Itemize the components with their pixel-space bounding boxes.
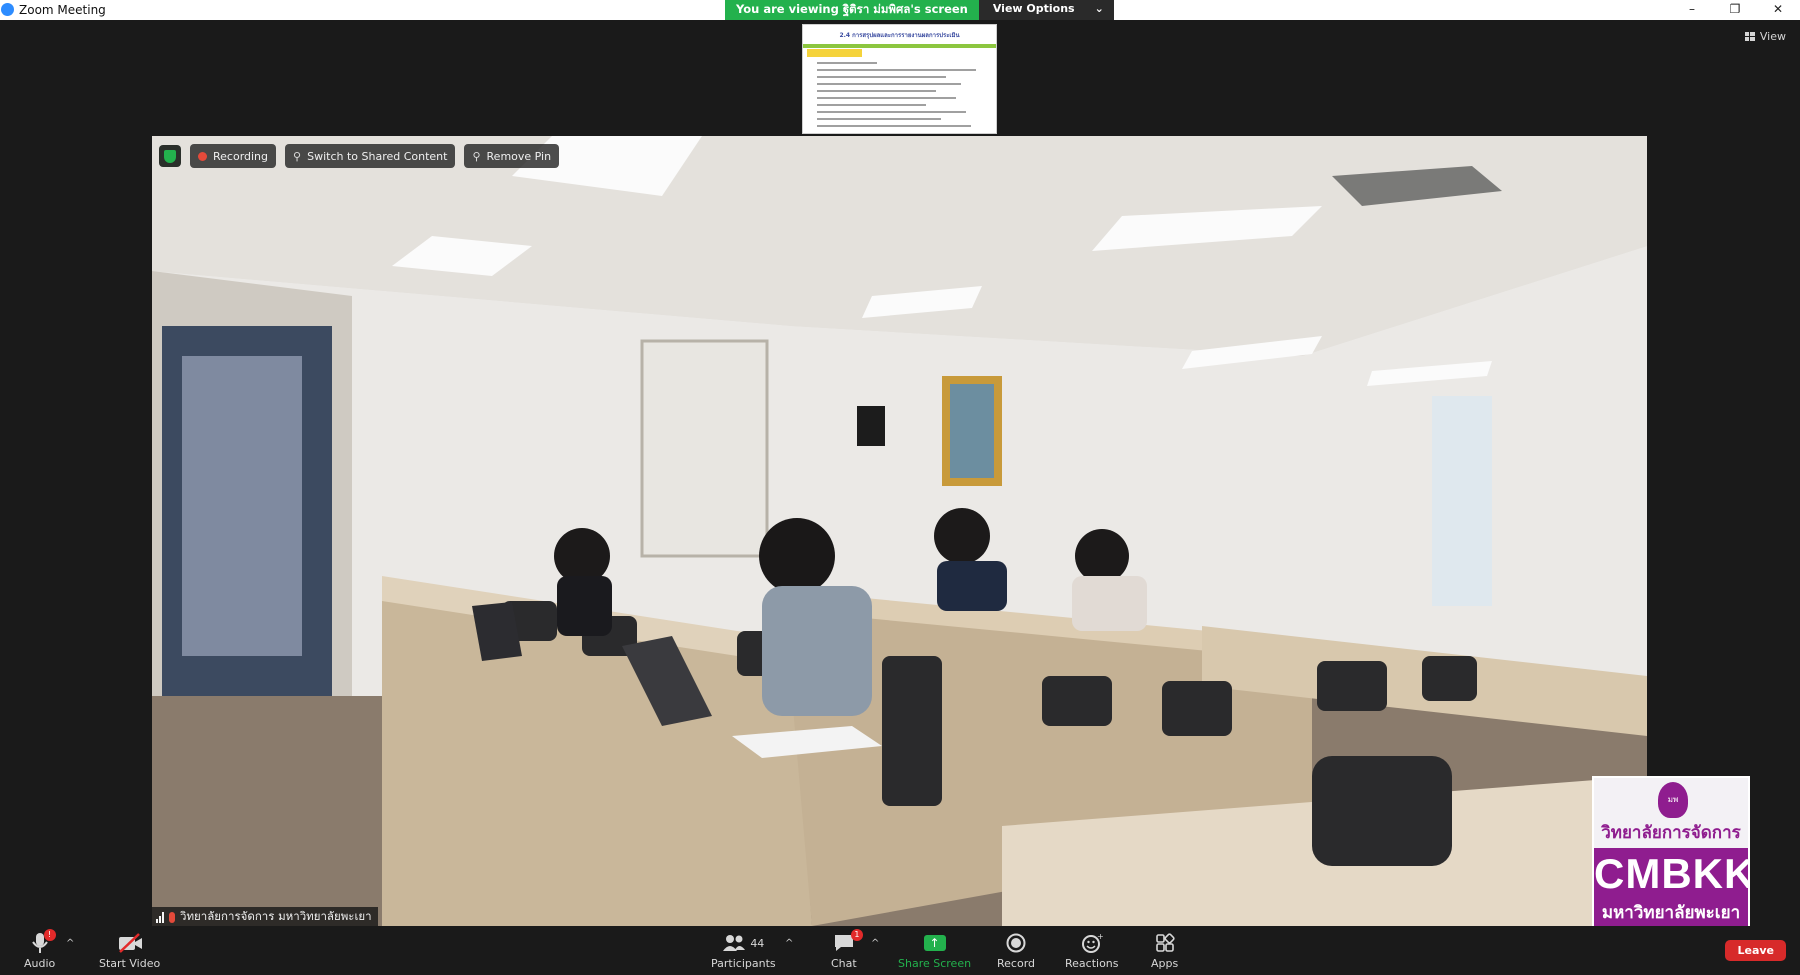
audio-options-caret[interactable]: ^: [66, 938, 74, 949]
audio-alert-badge: !: [43, 929, 56, 941]
signal-strength-icon: [156, 911, 164, 923]
apps-label: Apps: [1151, 957, 1179, 970]
participants-icon: [723, 935, 746, 951]
shield-icon[interactable]: [159, 145, 181, 167]
participants-button[interactable]: 44 Participants: [711, 930, 776, 970]
reactions-label: Reactions: [1065, 957, 1119, 970]
view-options-button[interactable]: View Options ⌄: [978, 0, 1114, 20]
zoom-app-icon: [1, 3, 14, 16]
record-dot-icon: [198, 151, 207, 161]
cmbkk-logo: มพ วิทยาลัยการจัดการ CMBKK มหาวิทยาลัยพะ…: [1592, 776, 1750, 933]
viewing-message: You are viewing ฐิติรา ม่มพิศล's screen: [725, 0, 979, 20]
slide-section-tag: [807, 49, 862, 57]
view-label: View: [1759, 30, 1786, 43]
restore-button[interactable]: ❐: [1715, 0, 1755, 20]
pin-icon: ⚲: [293, 149, 302, 163]
participants-label: Participants: [711, 957, 776, 970]
remove-pin-label: Remove Pin: [486, 149, 552, 163]
chevron-down-icon: ⌄: [1094, 2, 1104, 15]
remove-pin-button[interactable]: ⚲ Remove Pin: [464, 144, 560, 168]
logo-line-3: มหาวิทยาลัยพะเยา: [1601, 903, 1741, 923]
video-overlay-controls: Recording ⚲ Switch to Shared Content ⚲ R…: [159, 144, 560, 168]
shared-content-thumbnail[interactable]: 2.4 การสรุปผลและการรายงานผลการประเมิน: [802, 24, 997, 134]
minimize-button[interactable]: –: [1672, 0, 1712, 20]
shared-slide-heading: 2.4 การสรุปผลและการรายงานผลการประเมิน: [839, 32, 960, 39]
meeting-toolbar: ! Audio ^ Start Video 44 Participants ^: [0, 926, 1800, 975]
record-button[interactable]: Record: [997, 930, 1035, 970]
share-screen-button[interactable]: ↑ Share Screen: [898, 930, 971, 970]
classroom-video-image: [152, 136, 1647, 926]
chat-label: Chat: [831, 957, 857, 970]
chat-unread-badge: 1: [850, 929, 863, 941]
muted-mic-icon: [169, 911, 175, 923]
chat-button[interactable]: 1 Chat: [831, 929, 863, 970]
smiley-icon: +: [1081, 933, 1103, 953]
participants-options-caret[interactable]: ^: [785, 938, 793, 949]
view-options-label: View Options: [992, 2, 1075, 15]
logo-line-1: วิทยาลัยการจัดการ: [1601, 823, 1741, 843]
participant-name: วิทยาลัยการจัดการ มหาวิทยาลัยพะเยา: [180, 909, 372, 923]
share-screen-icon: ↑: [923, 935, 946, 951]
viewing-banner: You are viewing ฐิติรา ม่มพิศล's screen …: [725, 0, 1114, 20]
leave-button[interactable]: Leave: [1725, 940, 1786, 961]
chat-options-caret[interactable]: ^: [871, 938, 879, 949]
pin-icon: ⚲: [472, 149, 481, 163]
audio-button[interactable]: ! Audio: [24, 929, 56, 970]
participant-video[interactable]: [152, 136, 1647, 926]
recording-indicator[interactable]: Recording: [190, 144, 277, 168]
slide-divider: [803, 44, 996, 48]
record-label: Record: [997, 957, 1036, 970]
reactions-button[interactable]: + Reactions: [1065, 930, 1119, 970]
apps-icon: [1155, 933, 1175, 952]
switch-label: Switch to Shared Content: [307, 149, 448, 163]
participant-name-tag: วิทยาลัยการจัดการ มหาวิทยาลัยพะเยา: [152, 907, 378, 926]
grid-icon: [1744, 32, 1755, 41]
participants-count: 44: [750, 936, 765, 950]
title-bar: Zoom Meeting You are viewing ฐิติรา ม่มพ…: [0, 0, 1800, 20]
view-layout-button[interactable]: View: [1744, 30, 1786, 43]
university-seal-icon: มพ: [1658, 782, 1688, 818]
share-screen-label: Share Screen: [898, 957, 972, 970]
apps-button[interactable]: Apps: [1151, 930, 1178, 970]
record-icon: [1006, 933, 1026, 953]
svg-text:+: +: [1097, 933, 1103, 941]
audio-label: Audio: [24, 957, 56, 970]
recording-label: Recording: [213, 149, 269, 163]
video-off-icon: [118, 933, 142, 953]
switch-to-shared-content-button[interactable]: ⚲ Switch to Shared Content: [285, 144, 456, 168]
start-video-button[interactable]: Start Video: [99, 930, 160, 970]
logo-line-2: CMBKK: [1594, 850, 1750, 897]
start-video-label: Start Video: [99, 957, 161, 970]
close-button[interactable]: ✕: [1758, 0, 1798, 20]
window-title: Zoom Meeting: [19, 3, 106, 17]
